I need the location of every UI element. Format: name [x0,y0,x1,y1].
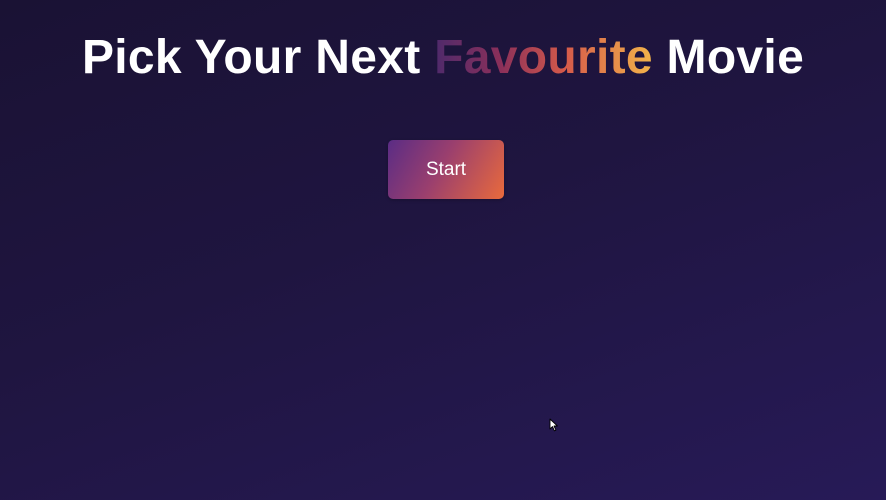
start-button[interactable]: Start [388,140,504,199]
page: Pick Your Next Favourite Movie Start [0,0,886,500]
title-prefix: Pick Your Next [81,31,421,84]
mouse-pointer-icon [549,418,558,432]
title-suffix: Movie [666,31,805,84]
title-highlight: Favourite [434,31,653,84]
start-button-label: Start [425,158,467,180]
page-title: Pick Your Next Favourite Movie [0,28,886,88]
